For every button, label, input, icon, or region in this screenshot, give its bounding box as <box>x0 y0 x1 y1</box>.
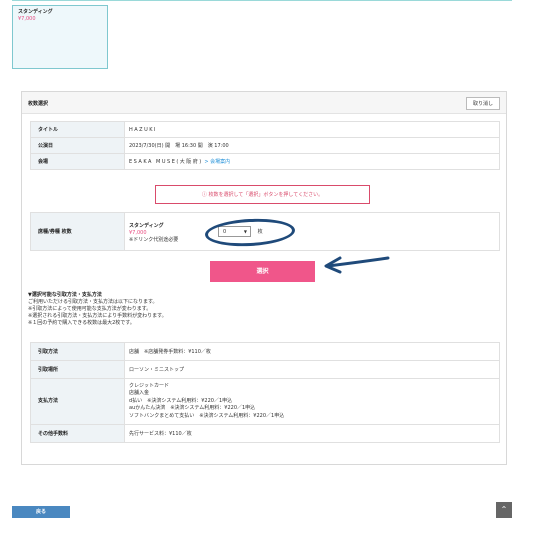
date-value: 2023/7/30(日) 開 場 16:30 開 演 17:00 <box>124 137 500 154</box>
ticket-price: ¥7,000 <box>129 229 147 236</box>
fee-value: 先行サービス料：¥110／枚 <box>124 424 500 443</box>
seat-card-price: ¥7,000 <box>18 16 36 22</box>
pickup-label: 引取方法 <box>30 342 125 361</box>
table-row: 公演日 2023/7/30(日) 開 場 16:30 開 演 17:00 <box>30 137 500 154</box>
payment-info-line: ※１回の予約で購入できる枚数は最大2枚です。 <box>28 320 135 326</box>
payment-info-line: ご利用いただける引取方法・支払方法は以下になります。 <box>28 299 158 305</box>
venue-label: 会場 <box>30 153 125 170</box>
ticket-note: ※ドリンク代別途必要 <box>129 236 179 243</box>
table-row: 会場 ESAKA MUSE(大阪府) > 会場案内 <box>30 153 500 170</box>
venue-cell: ESAKA MUSE(大阪府) > 会場案内 <box>124 153 500 170</box>
pickup-value: 店舗 ※店舗発券手数料：¥110／枚 <box>124 342 500 361</box>
pay-method: 店舗入金 <box>129 390 150 397</box>
table-row: タイトル HAZUKI <box>30 121 500 138</box>
ticket-name: スタンディング <box>129 222 164 229</box>
pay-values: クレジットカード 店舗入金 d払い ※決済システム利用料：¥220／1申込 au… <box>124 378 500 425</box>
table-row: 引取方法 店舗 ※店舗発券手数料：¥110／枚 <box>30 342 500 361</box>
page-top-button[interactable]: ⌃ <box>496 502 512 518</box>
pay-method: ソフトバンクまとめて支払い ※決済システム利用料：¥220／1申込 <box>129 412 285 419</box>
methods-table: 引取方法 店舗 ※店舗発券手数料：¥110／枚 引取場所 ローソン・ミニストップ… <box>30 342 500 443</box>
payment-info: ▼選択可能な引取方法・支払方法 ご利用いただける引取方法・支払方法は以下になりま… <box>28 292 167 327</box>
payment-info-heading: ▼選択可能な引取方法・支払方法 <box>28 292 102 298</box>
pay-label: 支払方法 <box>30 378 125 425</box>
venue-link-label: 会場案内 <box>210 159 231 165</box>
title-value: HAZUKI <box>124 121 500 138</box>
back-button[interactable]: 戻る <box>12 506 70 518</box>
title-label: タイトル <box>30 121 125 138</box>
cancel-button[interactable]: 取り消し <box>465 97 500 110</box>
annotation-arrow-icon <box>324 256 390 274</box>
table-row: その他手数料 先行サービス料：¥110／枚 <box>30 424 500 443</box>
panel-title: 枚数選択 <box>28 101 49 107</box>
panel-header: 枚数選択 取り消し <box>22 92 506 114</box>
seat-card-name: スタンディング <box>18 9 53 15</box>
venue-value: ESAKA MUSE(大阪府) <box>129 159 203 165</box>
seat-type-card[interactable]: スタンディング ¥7,000 <box>12 5 108 69</box>
place-value: ローソン・ミニストップ <box>124 360 500 379</box>
ticket-cell: スタンディング ¥7,000 ※ドリンク代別途必要 <box>124 212 500 251</box>
payment-info-line: ※引取方法によって使用可能な支払方法が変わります。 <box>28 306 152 312</box>
chevron-up-icon: ⌃ <box>500 505 508 514</box>
ticket-row-label: 席種/券種 枚数 <box>30 212 125 251</box>
event-info-table: タイトル HAZUKI 公演日 2023/7/30(日) 開 場 16:30 開… <box>30 121 500 170</box>
table-row: 引取場所 ローソン・ミニストップ <box>30 360 500 379</box>
payment-info-line: ※選択される引取方法・支払方法により手数料が変わります。 <box>28 313 167 319</box>
top-divider <box>12 0 512 1</box>
select-button[interactable]: 選択 <box>210 261 315 282</box>
venue-guide-link[interactable]: > 会場案内 <box>204 159 230 165</box>
fee-label: その他手数料 <box>30 424 125 443</box>
date-label: 公演日 <box>30 137 125 154</box>
place-label: 引取場所 <box>30 360 125 379</box>
table-row: 支払方法 クレジットカード 店舗入金 d払い ※決済システム利用料：¥220／1… <box>30 378 500 425</box>
pay-method: auかんたん決済 ※決済システム利用料：¥220／1申込 <box>129 405 256 412</box>
pay-method: クレジットカード <box>129 382 170 389</box>
notice-box: ⓘ 枚数を選択して「選択」ボタンを押してください。 <box>155 185 370 204</box>
quantity-panel: 枚数選択 取り消し タイトル HAZUKI 公演日 2023/7/30(日) 開… <box>21 91 507 465</box>
